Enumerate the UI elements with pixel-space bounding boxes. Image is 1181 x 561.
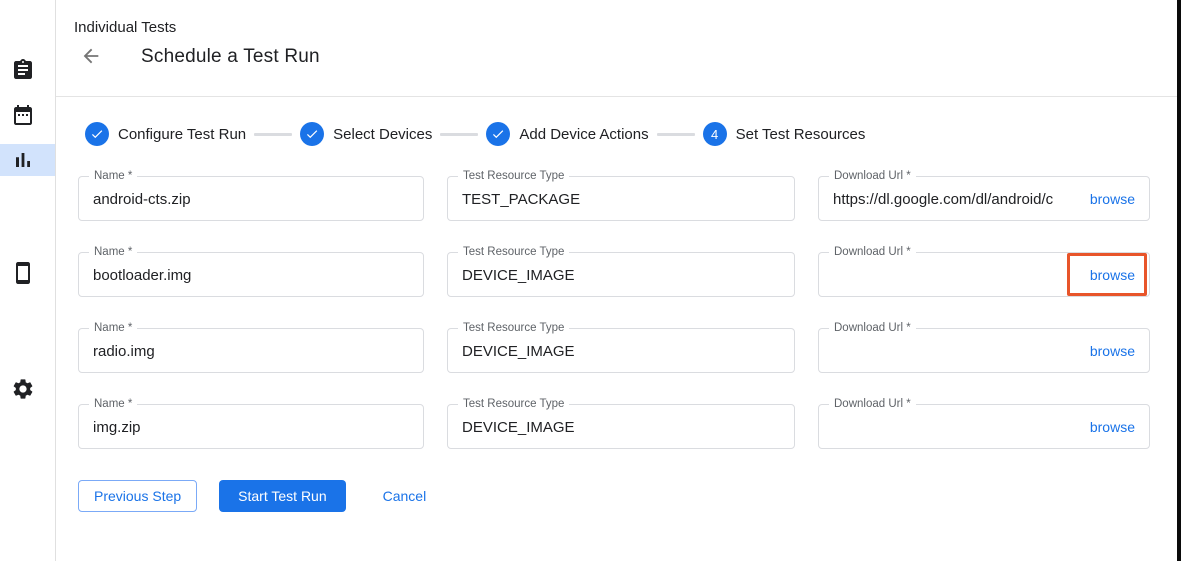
browse-link-row-1[interactable]: browse <box>1090 191 1135 207</box>
sidebar-item-test-plans[interactable] <box>0 99 55 131</box>
step-complete-circle <box>85 122 109 146</box>
name-field[interactable]: Name * <box>78 404 424 449</box>
download-url-input[interactable] <box>819 329 1086 372</box>
browse-link-row-3[interactable]: browse <box>1090 343 1135 359</box>
step-complete-circle <box>486 122 510 146</box>
resource-type-input[interactable] <box>448 405 794 448</box>
download-url-input[interactable] <box>819 253 1086 296</box>
resource-type-field[interactable]: Test Resource Type <box>447 252 795 297</box>
resource-type-input[interactable] <box>448 329 794 372</box>
gear-icon <box>11 377 35 401</box>
stepper-step-add-device-actions[interactable]: Add Device Actions <box>486 122 648 146</box>
stepper-connector <box>657 133 695 136</box>
download-url-field[interactable]: Download Url * browse <box>818 252 1150 297</box>
sidebar-item-devices[interactable] <box>0 257 55 289</box>
check-icon <box>305 127 319 141</box>
step-label: Set Test Resources <box>736 126 866 143</box>
name-input[interactable] <box>79 253 423 296</box>
check-icon <box>90 127 104 141</box>
download-url-field-label: Download Url * <box>829 398 916 411</box>
download-url-field-label: Download Url * <box>829 246 916 259</box>
download-url-input[interactable] <box>819 177 1086 220</box>
download-url-field[interactable]: Download Url * browse <box>818 176 1150 221</box>
browse-link-row-2[interactable]: browse <box>1090 267 1135 283</box>
sidebar-item-settings[interactable] <box>0 373 55 405</box>
stepper-connector <box>254 133 292 136</box>
download-url-field-label: Download Url * <box>829 322 916 335</box>
sidebar <box>0 0 56 561</box>
name-field-label: Name * <box>89 170 137 183</box>
step-number: 4 <box>711 127 718 142</box>
name-field-label: Name * <box>89 322 137 335</box>
name-field-label: Name * <box>89 398 137 411</box>
download-url-field[interactable]: Download Url * browse <box>818 328 1150 373</box>
page-title: Schedule a Test Run <box>141 46 320 68</box>
resource-type-field[interactable]: Test Resource Type <box>447 176 795 221</box>
step-label: Add Device Actions <box>519 126 648 143</box>
stepper-step-select-devices[interactable]: Select Devices <box>300 122 432 146</box>
step-active-circle: 4 <box>703 122 727 146</box>
download-url-field-label: Download Url * <box>829 170 916 183</box>
breadcrumb: Individual Tests <box>56 0 1177 36</box>
name-field[interactable]: Name * <box>78 328 424 373</box>
resource-row-1: Name * Test Resource Type Download Url *… <box>78 176 1177 221</box>
start-test-run-button[interactable]: Start Test Run <box>219 480 345 512</box>
smartphone-icon <box>11 261 35 285</box>
resource-type-field-label: Test Resource Type <box>458 170 569 183</box>
stepper-connector <box>440 133 478 136</box>
step-complete-circle <box>300 122 324 146</box>
back-button[interactable] <box>80 45 104 69</box>
stepper-step-set-test-resources[interactable]: 4 Set Test Resources <box>703 122 866 146</box>
name-field[interactable]: Name * <box>78 252 424 297</box>
right-edge-bar <box>1177 0 1181 561</box>
name-field-label: Name * <box>89 246 137 259</box>
name-input[interactable] <box>79 177 423 220</box>
browse-link-row-4[interactable]: browse <box>1090 419 1135 435</box>
page-header: Individual Tests Schedule a Test Run <box>56 0 1177 97</box>
download-url-field[interactable]: Download Url * browse <box>818 404 1150 449</box>
name-field[interactable]: Name * <box>78 176 424 221</box>
previous-step-button[interactable]: Previous Step <box>78 480 197 512</box>
name-input[interactable] <box>79 329 423 372</box>
step-label: Select Devices <box>333 126 432 143</box>
resource-type-field-label: Test Resource Type <box>458 398 569 411</box>
action-bar: Previous Step Start Test Run Cancel <box>78 480 1177 512</box>
bar-chart-icon <box>11 148 35 172</box>
resource-type-field[interactable]: Test Resource Type <box>447 328 795 373</box>
resource-type-input[interactable] <box>448 253 794 296</box>
step-label: Configure Test Run <box>118 126 246 143</box>
main-content: Individual Tests Schedule a Test Run Con… <box>56 0 1177 561</box>
check-icon <box>491 127 505 141</box>
stepper: Configure Test Run Select Devices Add De… <box>85 122 1177 146</box>
calendar-icon <box>11 103 35 127</box>
resource-row-3: Name * Test Resource Type Download Url *… <box>78 328 1177 373</box>
resource-row-4: Name * Test Resource Type Download Url *… <box>78 404 1177 449</box>
assignment-icon <box>11 58 35 82</box>
arrow-back-icon <box>80 45 102 67</box>
sidebar-item-test-runs[interactable] <box>0 144 55 176</box>
app-window: Individual Tests Schedule a Test Run Con… <box>0 0 1181 561</box>
sidebar-item-tests[interactable] <box>0 54 55 86</box>
resource-row-2: Name * Test Resource Type Download Url *… <box>78 252 1177 297</box>
stepper-step-configure-test-run[interactable]: Configure Test Run <box>85 122 246 146</box>
name-input[interactable] <box>79 405 423 448</box>
resource-type-field-label: Test Resource Type <box>458 322 569 335</box>
download-url-input[interactable] <box>819 405 1086 448</box>
resource-type-field-label: Test Resource Type <box>458 246 569 259</box>
resource-type-input[interactable] <box>448 177 794 220</box>
test-resources-form: Name * Test Resource Type Download Url *… <box>78 176 1177 449</box>
resource-type-field[interactable]: Test Resource Type <box>447 404 795 449</box>
cancel-button[interactable]: Cancel <box>383 488 427 504</box>
